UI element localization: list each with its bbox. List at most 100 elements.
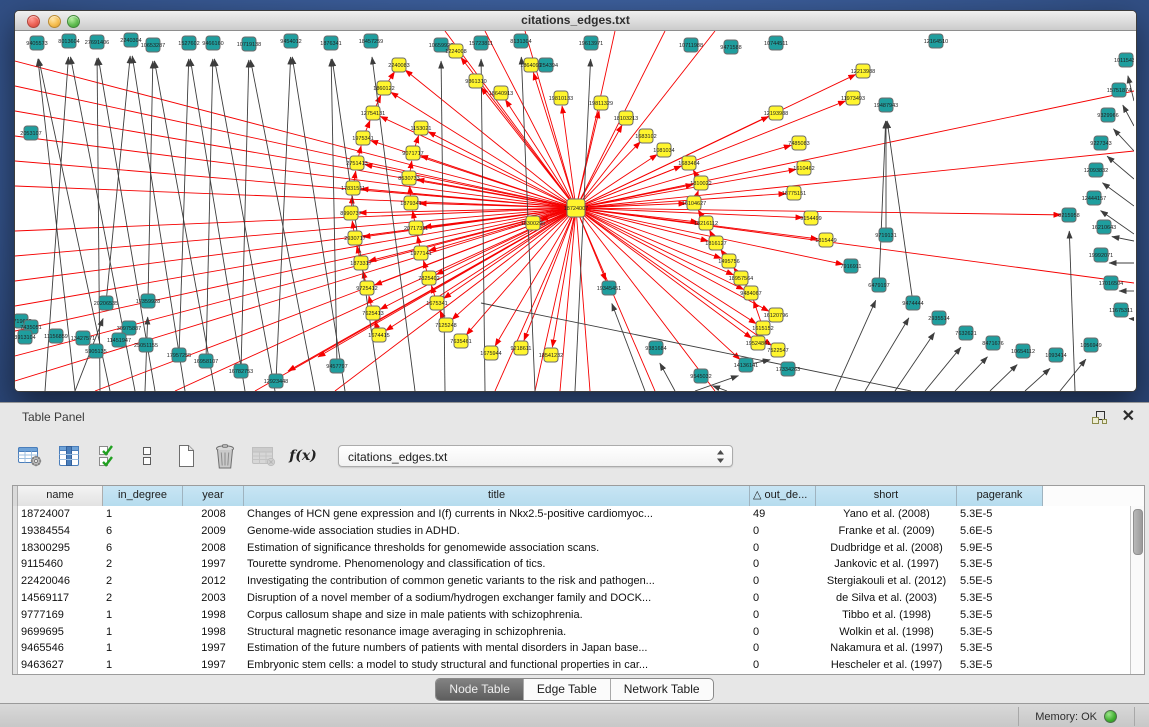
graph-node[interactable]: 18775151 <box>782 186 806 200</box>
graph-node[interactable]: 1610462 <box>793 161 814 175</box>
cell-year[interactable]: 1997 <box>183 657 244 674</box>
graph-node[interactable]: 7325402 <box>418 271 439 285</box>
graph-node[interactable]: 18541232 <box>539 348 563 362</box>
memory-status-indicator[interactable] <box>1104 710 1117 723</box>
graph-node[interactable]: 8131304 <box>510 34 531 48</box>
cell-title[interactable]: Genome-wide association studies in ADHD. <box>244 523 750 540</box>
cell-pagerank[interactable]: 5.3E-5 <box>957 607 1043 624</box>
graph-node[interactable]: 9474444 <box>902 296 923 310</box>
graph-node[interactable]: 8013604 <box>58 34 79 48</box>
graph-node[interactable]: 9861310 <box>465 74 486 88</box>
column-header-title[interactable]: title <box>244 486 750 506</box>
cell-out_degree[interactable]: 0 <box>750 573 816 590</box>
graph-node[interactable]: 9719131 <box>875 228 896 242</box>
cell-pagerank[interactable]: 5.3E-5 <box>957 657 1043 674</box>
graph-node[interactable]: 17831511 <box>341 181 365 195</box>
cell-title[interactable]: Disruption of a novel member of a sodium… <box>244 590 750 607</box>
column-header-in_degree[interactable]: in_degree <box>103 486 183 506</box>
graph-node[interactable]: 20717311 <box>404 221 428 235</box>
column-header-pagerank[interactable]: pagerank <box>957 486 1043 506</box>
table-row[interactable]: 977716911998Corpus callosum shape and si… <box>13 607 1144 624</box>
cell-title[interactable]: Investigating the contribution of common… <box>244 573 750 590</box>
cell-year[interactable]: 1998 <box>183 624 244 641</box>
graph-node[interactable]: 16782753 <box>229 364 253 378</box>
table-row[interactable]: 2242004622012Investigating the contribut… <box>13 573 1144 590</box>
graph-node[interactable]: 16104627 <box>682 196 706 210</box>
cell-short[interactable]: Dudbridge et al. (2008) <box>816 540 957 557</box>
graph-node[interactable]: 1815449 <box>815 233 836 247</box>
graph-node[interactable]: 19810133 <box>549 91 573 105</box>
graph-node[interactable]: 1864091 <box>520 58 541 72</box>
graph-node[interactable]: 18103213 <box>614 111 638 125</box>
cell-out_degree[interactable]: 0 <box>750 556 816 573</box>
graph-node[interactable]: 19811329 <box>589 96 613 110</box>
scrollbar-thumb[interactable] <box>1133 509 1143 555</box>
cell-year[interactable]: 2012 <box>183 573 244 590</box>
column-chooser-icon[interactable] <box>55 441 83 471</box>
function-builder-icon[interactable]: f(x) <box>289 441 317 471</box>
table-settings-icon[interactable] <box>16 441 44 471</box>
graph-node[interactable]: 2751413 <box>346 156 367 170</box>
graph-node[interactable]: 2053107 <box>20 126 41 140</box>
cell-out_degree[interactable]: 0 <box>750 590 816 607</box>
graph-node[interactable]: 1810022 <box>690 176 711 190</box>
cell-year[interactable]: 2008 <box>183 540 244 557</box>
graph-node[interactable]: 7485083 <box>788 136 809 150</box>
table-row[interactable]: 1872400712008Changes of HCN gene express… <box>13 506 1144 523</box>
graph-node[interactable]: 9071717 <box>402 146 423 160</box>
tab-network-table[interactable]: Network Table <box>610 679 713 700</box>
cell-pagerank[interactable]: 5.6E-5 <box>957 523 1043 540</box>
graph-node[interactable]: 9405573 <box>26 36 47 50</box>
graph-node[interactable]: 7625413 <box>362 306 383 320</box>
column-header-name[interactable]: name <box>18 486 103 506</box>
table-row[interactable]: 911546021997Tourette syndrome. Phenomeno… <box>13 556 1144 573</box>
cell-short[interactable]: Nakamura et al. (1997) <box>816 640 957 657</box>
cell-out_degree[interactable]: 0 <box>750 624 816 641</box>
cell-out_degree[interactable]: 0 <box>750 607 816 624</box>
cell-name[interactable]: 18300295 <box>18 540 103 557</box>
cell-out_degree[interactable]: 0 <box>750 540 816 557</box>
table-row[interactable]: 946554611997Estimation of the future num… <box>13 640 1144 657</box>
cell-out_degree[interactable]: 49 <box>750 506 816 523</box>
graph-node[interactable]: 10653287 <box>141 38 165 52</box>
graph-node[interactable]: 1683102 <box>635 129 656 143</box>
graph-node[interactable]: 10115438 <box>1114 53 1134 67</box>
tab-edge-table[interactable]: Edge Table <box>523 679 610 700</box>
graph-node[interactable]: 1816127 <box>705 236 726 250</box>
graph-node[interactable]: 1879341 <box>400 196 421 210</box>
table-vertical-scrollbar[interactable] <box>1130 506 1144 674</box>
graph-node[interactable]: 9454012 <box>280 34 301 48</box>
graph-node[interactable]: 10654112 <box>1011 344 1035 358</box>
cell-short[interactable]: Tibbo et al. (1998) <box>816 607 957 624</box>
graph-node[interactable]: 14136141 <box>734 358 758 372</box>
graph-node[interactable]: 7632621 <box>955 326 976 340</box>
graph-node[interactable]: 1495756 <box>718 254 739 268</box>
cell-name[interactable]: 19384554 <box>18 523 103 540</box>
graph-node[interactable]: 12444157 <box>1082 191 1106 205</box>
graph-node[interactable]: 9329966 <box>1097 108 1118 122</box>
cell-pagerank[interactable]: 5.5E-5 <box>957 573 1043 590</box>
graph-node[interactable]: 9471588 <box>720 40 741 54</box>
cell-in_degree[interactable]: 1 <box>103 506 183 523</box>
close-window-button[interactable] <box>27 15 40 28</box>
graph-node[interactable]: 9725412 <box>356 281 377 295</box>
cell-pagerank[interactable]: 5.3E-5 <box>957 640 1043 657</box>
cell-short[interactable]: Hescheler et al. (1997) <box>816 657 957 674</box>
graph-node[interactable]: 17016504 <box>1099 276 1123 290</box>
graph-node[interactable]: 10711988 <box>679 38 703 52</box>
graph-node[interactable]: 12754131 <box>361 106 385 120</box>
table-row[interactable]: 1830029562008Estimation of significance … <box>13 540 1144 557</box>
graph-node[interactable]: 1675944 <box>480 346 501 360</box>
graph-node[interactable]: 15751874 <box>1107 83 1131 97</box>
graph-node[interactable]: 12923448 <box>264 374 288 388</box>
graph-node[interactable]: 9227343 <box>1090 136 1111 150</box>
cell-in_degree[interactable]: 6 <box>103 523 183 540</box>
graph-node[interactable]: 12164510 <box>924 34 948 48</box>
graph-node[interactable]: 15723811 <box>469 36 493 50</box>
cell-title[interactable]: Corpus callosum shape and size in male p… <box>244 607 750 624</box>
import-columns-icon[interactable] <box>94 441 122 471</box>
graph-node[interactable]: 2930717 <box>344 231 365 245</box>
cell-title[interactable]: Changes of HCN gene expression and I(f) … <box>244 506 750 523</box>
cell-short[interactable]: Wolkin et al. (1998) <box>816 624 957 641</box>
cell-in_degree[interactable]: 1 <box>103 657 183 674</box>
